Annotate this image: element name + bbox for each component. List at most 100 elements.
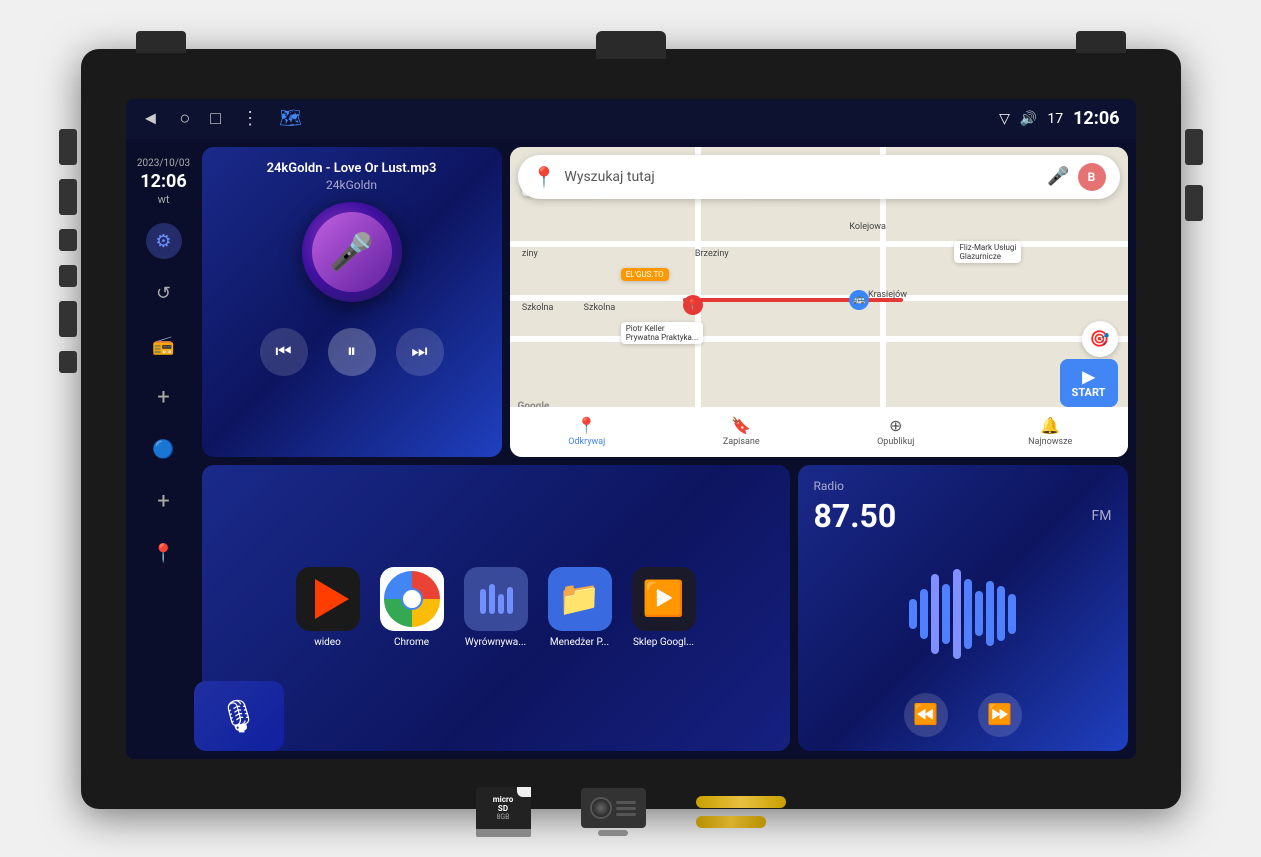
app-label-files: Menedżer P... [550,637,609,648]
saved-label: Zapisane [723,437,760,447]
viz-bar-3 [931,574,939,654]
map-mic-icon[interactable]: 🎤 [1047,166,1069,187]
equalizer-overlay-button[interactable]: 🎙 [194,681,284,751]
krasiejow-marker: 🚌 [849,290,869,310]
camera-accessory [581,788,646,836]
location-icon[interactable]: 📍 [146,535,182,571]
chrome-center-icon [401,588,423,610]
viz-bar-8 [986,581,994,646]
apps-panel: wideo Chrome [202,465,790,751]
side-button-2[interactable] [59,179,77,215]
camera-detail-line-3 [616,813,636,816]
maps-button[interactable]: 🗺 [279,108,302,129]
map-label-ziny: ziny [522,249,538,259]
album-art-inner: 🎤 [312,212,392,292]
app-icon-playstore: ▶️ [632,567,696,631]
radio-rewind-button[interactable]: ⏪ [904,693,948,737]
map-search-bar[interactable]: 📍 Wyszukaj tutaj 🎤 B [518,155,1120,199]
publish-icon: ⊕ [889,416,902,435]
side-button-6[interactable] [59,351,77,373]
add-icon-1[interactable]: + [146,379,182,415]
map-tab-opublikuj[interactable]: ⊕ Opublikuj [819,416,974,447]
viz-bar-7 [975,591,983,636]
app-item-equalizer[interactable]: Wyrównywa... [464,567,528,648]
add-icon-2[interactable]: + [146,483,182,519]
map-poi-piotr: Piotr KellerPrywatna Praktyka... [621,322,704,344]
bluetooth-icon[interactable]: 🔵 [146,431,182,467]
settings-icon[interactable]: ⚙ [146,223,182,259]
map-label-krasiejow: Krasiejów [868,290,907,300]
top-brackets [136,31,1126,59]
equalizer-svg [476,579,516,619]
start-navigation-button[interactable]: ▶ START [1060,359,1118,407]
waveform-icon: 🎙 [218,697,259,735]
panels-area: 24kGoldn - Love Or Lust.mp3 24kGoldn 🎤 ⏮… [202,147,1128,751]
car-head-unit: ◄ ○ □ ⋮ 🗺 ▽ 🔊 17 12:06 2023/10/03 12:06 … [81,49,1181,809]
viz-bar-9 [997,586,1005,641]
radio-controls: ⏪ ⏩ [814,693,1112,737]
camera-detail [616,801,636,816]
sd-card-size: 8GB [496,813,509,821]
map-poi-fliz: Fliz-Mark UsługiGlazurnicze [954,241,1021,263]
bottom-panels: wideo Chrome [202,465,1128,751]
radio-forward-button[interactable]: ⏩ [978,693,1022,737]
map-tab-zapisane[interactable]: 🔖 Zapisane [664,416,819,447]
viz-bar-6 [964,579,972,649]
back-button[interactable]: ◄ [142,108,160,129]
latest-icon: 🔔 [1040,416,1060,435]
apps-grid: wideo Chrome [216,479,776,737]
menu-button[interactable]: ⋮ [241,108,259,129]
music-panel: 24kGoldn - Love Or Lust.mp3 24kGoldn 🎤 ⏮… [202,147,502,457]
radio-icon[interactable]: 📻 [146,327,182,363]
camera-connector [598,830,628,836]
top-panels: 24kGoldn - Love Or Lust.mp3 24kGoldn 🎤 ⏮… [202,147,1128,457]
viz-bar-1 [909,599,917,629]
date-text: 2023/10/03 [137,157,190,170]
discover-label: Odkrywaj [568,437,605,447]
prev-button[interactable]: ⏮ [260,328,308,376]
camera-detail-line-2 [616,807,636,810]
recent-button[interactable]: □ [210,108,221,129]
app-label-chrome: Chrome [394,637,429,648]
app-label-playstore: Sklep Googl... [633,637,694,648]
side-controls-left [59,129,77,373]
side-controls-right [1185,129,1203,221]
map-road-horizontal-3 [510,336,1128,342]
app-item-files[interactable]: 📁 Menedżer P... [548,567,612,648]
publish-label: Opublikuj [877,437,914,447]
sd-card-accessory: micro SD 8GB [476,787,531,837]
side-button-3[interactable] [59,229,77,251]
map-tab-najnowsze[interactable]: 🔔 Najnowsze [973,416,1128,447]
app-item-video[interactable]: wideo [296,567,360,648]
side-button-1[interactable] [59,129,77,165]
start-label: START [1072,386,1106,399]
map-road-horizontal-2 [510,241,1128,247]
app-label-video: wideo [314,637,341,648]
radio-panel: Radio 87.50 FM [798,465,1128,751]
music-title: 24kGoldn - Love Or Lust.mp3 [267,161,437,176]
next-button[interactable]: ⏭ [396,328,444,376]
camera-lens [590,797,612,819]
volume-icon: 🔊 [1020,111,1037,127]
map-label-szkolna2: Szkolna [584,303,616,313]
locate-button[interactable]: 🎯 [1082,321,1118,357]
refresh-icon[interactable]: ↺ [146,275,182,311]
wifi-icon: ▽ [999,111,1010,127]
map-tab-odkrywaj[interactable]: 📍 Odkrywaj [510,416,665,447]
artist-silhouette: 🎤 [329,231,374,273]
side-button-right-1[interactable] [1185,129,1203,165]
map-profile-avatar[interactable]: B [1078,163,1106,191]
app-icon-equalizer [464,567,528,631]
side-button-4[interactable] [59,265,77,287]
side-button-right-2[interactable] [1185,185,1203,221]
saved-icon: 🔖 [731,416,751,435]
map-panel: 📍 Wyszukaj tutaj 🎤 B [510,147,1128,457]
app-item-playstore[interactable]: ▶️ Sklep Googl... [632,567,696,648]
status-time: 12:06 [1073,108,1119,129]
play-pause-button[interactable]: ⏸ [328,328,376,376]
app-item-chrome[interactable]: Chrome [380,567,444,648]
map-label-szkolna: Szkolna [522,303,554,313]
home-button[interactable]: ○ [179,108,190,129]
trim-piece-2 [696,816,766,828]
side-button-5[interactable] [59,301,77,337]
